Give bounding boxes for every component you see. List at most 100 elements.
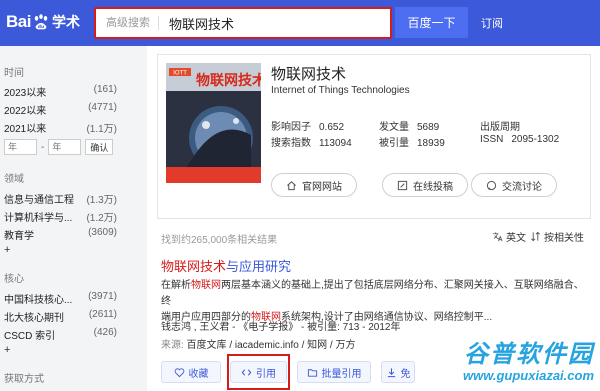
stat-value: 113094 [319, 138, 352, 149]
facet-label: 北大核心期刊 [4, 313, 64, 324]
sort-relevance[interactable]: 按相关性 [530, 229, 584, 244]
facet-label: 信息与通信工程 [4, 195, 74, 206]
core-filter-item[interactable]: CSCD 索引 (426) [4, 327, 117, 342]
batch-cite-button[interactable]: 批量引用 [297, 361, 371, 383]
svg-text:du: du [38, 24, 44, 30]
button-label: 官网网站 [302, 181, 342, 193]
stat-label: 搜索指数 [271, 138, 311, 149]
facet-count: (1.1万) [86, 124, 117, 135]
stat-search-index: 搜索指数 113094 [271, 134, 352, 149]
search-box: 高级搜索 [94, 7, 392, 39]
abstract-text: 在解析 [161, 280, 191, 291]
folder-icon [307, 368, 317, 377]
stat-articles: 发文量 5689 [379, 118, 439, 133]
facet-count: (426) [93, 327, 117, 338]
facet-label: CSCD 索引 [4, 331, 56, 342]
source-links[interactable]: 百度文库 / iacademic.info / 知网 / 万方 [187, 340, 356, 351]
baidu-xueshu-logo[interactable]: Bai du 学术 [6, 9, 80, 35]
cover-art: IOTT 物联网技术 [166, 63, 261, 183]
sort-icon [531, 231, 540, 242]
site-watermark: 谷普软件园 www.gupuxiazai.com [416, 334, 598, 390]
official-site-button[interactable]: 官网网站 [271, 173, 357, 197]
journal-card: IOTT 物联网技术 物联网技术 Internet of Things Tech… [157, 54, 591, 219]
year-from-input[interactable] [4, 139, 37, 155]
access-filter-title: 获取方式 [4, 374, 44, 385]
year-range: - 确认 [4, 139, 114, 155]
stat-citations: 被引量 18939 [379, 134, 445, 149]
title-highlight: 物联网技术 [161, 259, 227, 274]
facet-count: (4771) [88, 102, 117, 113]
stat-label: 发文量 [379, 122, 409, 133]
stat-period: 出版周期 [480, 118, 528, 133]
button-label: 在线投稿 [413, 181, 453, 193]
facet-count: (3971) [88, 291, 117, 302]
discussion-button[interactable]: 交流讨论 [471, 173, 557, 197]
free-download-button[interactable]: 免 [381, 361, 415, 383]
abstract-highlight: 物联网 [191, 280, 221, 291]
field-filter-item[interactable]: 计算机科学与... (1.2万) [4, 209, 117, 224]
field-more-button[interactable]: + [4, 244, 10, 256]
stat-impact-factor: 影响因子 0.652 [271, 118, 344, 133]
stat-issn: ISSN 2095-1302 [480, 134, 559, 145]
cover-title: 物联网技术 [196, 72, 261, 89]
stat-value: 5689 [417, 122, 440, 133]
search-button[interactable]: 百度一下 [395, 7, 468, 38]
field-filter-title: 领域 [4, 174, 24, 185]
facet-label: 2023以来 [4, 88, 47, 99]
filter-sidebar: 时间 2023以来 (161) 2022以来 (4771) 2021以来 (1.… [0, 46, 140, 391]
year-to-input[interactable] [48, 139, 82, 155]
time-filter-item[interactable]: 2022以来 (4771) [4, 102, 117, 117]
title-rest: 与应用研究 [226, 259, 292, 274]
cite-button[interactable]: 引用 [230, 361, 287, 383]
result-meta[interactable]: 钱志鸿 , 王义君 - 《电子学报》 - 被引量: 713 - 2012年 [161, 318, 400, 333]
facet-label: 2021以来 [4, 124, 47, 135]
home-icon [287, 180, 296, 190]
facet-label: 计算机科学与... [4, 213, 73, 224]
top-header: Bai du 学术 高级搜索 百度一下 订阅 [0, 0, 600, 46]
edit-icon [397, 180, 408, 190]
journal-title[interactable]: 物联网技术 [271, 63, 346, 84]
button-label: 收藏 [188, 368, 209, 380]
translate-icon [492, 232, 503, 242]
facet-count: (2611) [88, 309, 117, 320]
stat-value: 18939 [417, 138, 445, 149]
core-filter-title: 核心 [4, 274, 24, 285]
code-icon [241, 368, 252, 376]
watermark-url: www.gupuxiazai.com [463, 368, 594, 383]
search-input[interactable] [169, 15, 369, 31]
watermark-brand: 谷普软件园 [464, 341, 594, 368]
button-label: 引用 [256, 368, 276, 380]
facet-label: 教育学 [4, 231, 34, 242]
core-more-button[interactable]: + [4, 344, 10, 356]
collect-button[interactable]: 收藏 [161, 361, 221, 383]
chat-icon [486, 180, 497, 190]
cover-tag: IOTT [173, 70, 187, 77]
heart-icon [174, 367, 184, 377]
online-submit-button[interactable]: 在线投稿 [382, 173, 468, 197]
advanced-search-link[interactable]: 高级搜索 [96, 16, 159, 30]
english-label: 英文 [506, 233, 526, 244]
source-label: 来源: [161, 340, 184, 351]
result-title-link[interactable]: 物联网技术与应用研究 [161, 256, 291, 275]
stat-label: 出版周期 [480, 122, 520, 133]
logo-text-left: Bai [6, 12, 31, 31]
button-label: 交流讨论 [502, 181, 542, 193]
logo-text-right: 学术 [51, 14, 80, 30]
field-filter-item[interactable]: 教育学 (3609) [4, 227, 117, 242]
button-label: 批量引用 [321, 368, 362, 380]
facet-count: (3609) [88, 227, 117, 238]
stat-value: 2095-1302 [511, 134, 560, 145]
facet-label: 中国科技核心... [4, 295, 73, 306]
year-confirm-button[interactable]: 确认 [85, 139, 114, 155]
time-filter-item[interactable]: 2021以来 (1.1万) [4, 120, 117, 135]
journal-cover-image[interactable]: IOTT 物联网技术 [166, 63, 261, 183]
field-filter-item[interactable]: 信息与通信工程 (1.3万) [4, 191, 117, 206]
time-filter-item[interactable]: 2023以来 (161) [4, 84, 117, 99]
stat-label: 影响因子 [271, 122, 311, 133]
core-filter-item[interactable]: 中国科技核心... (3971) [4, 291, 117, 306]
subscribe-link[interactable]: 订阅 [481, 15, 503, 31]
button-label: 免 [400, 368, 411, 380]
english-filter[interactable]: 英文 [492, 229, 526, 244]
facet-label: 2022以来 [4, 106, 47, 117]
core-filter-item[interactable]: 北大核心期刊 (2611) [4, 309, 117, 324]
